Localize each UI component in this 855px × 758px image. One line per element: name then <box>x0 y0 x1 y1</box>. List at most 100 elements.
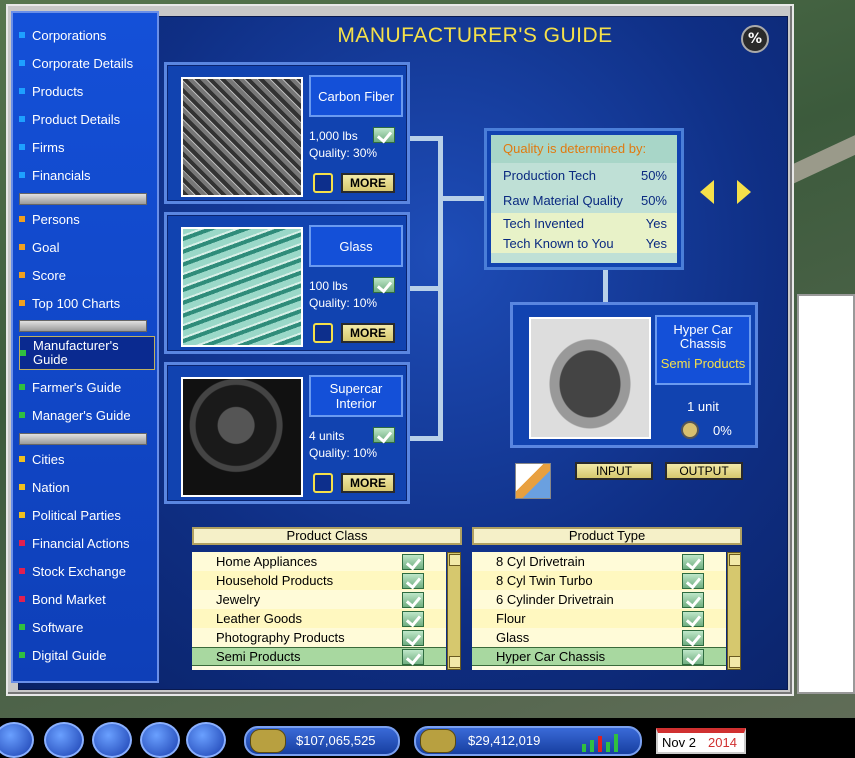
sidebar-item-top-100-charts[interactable]: Top 100 Charts <box>19 292 155 314</box>
bullet-icon <box>19 624 25 630</box>
quality-row: Raw Material Quality 50% <box>491 188 677 213</box>
output-button[interactable]: OUTPUT <box>665 462 743 480</box>
bullet-icon <box>19 300 25 306</box>
input-quality: Quality: 30% <box>309 146 378 160</box>
sidebar-item-bond-market[interactable]: Bond Market <box>19 588 155 610</box>
list-item[interactable]: Photography Products <box>192 628 446 647</box>
sidebar-item-manufacturers-guide[interactable]: Manufacturer's Guide <box>19 336 155 370</box>
check-icon <box>682 648 704 665</box>
bullet-icon <box>19 652 25 658</box>
product-type-scrollbar[interactable] <box>727 552 741 670</box>
sidebar-divider <box>19 433 147 445</box>
globe-icon[interactable] <box>92 722 132 758</box>
input-quality: Quality: 10% <box>309 446 378 460</box>
quality-row-label: Tech Invented <box>503 215 584 231</box>
date-display[interactable]: Nov 2 2014 <box>656 728 746 754</box>
list-item[interactable]: Glass <box>472 628 726 647</box>
product-type-list: 8 Cyl Drivetrain 8 Cyl Twin Turbo 6 Cyli… <box>472 552 726 670</box>
map-icon[interactable] <box>44 722 84 758</box>
connector-line <box>603 270 608 304</box>
check-icon <box>682 629 704 646</box>
bullet-icon <box>19 88 25 94</box>
sidebar-item-corporations[interactable]: Corporations <box>19 24 155 46</box>
previous-arrow-icon[interactable] <box>700 180 714 204</box>
sidebar-item-firms[interactable]: Firms <box>19 136 155 158</box>
sidebar-item-cities[interactable]: Cities <box>19 448 155 470</box>
quality-row: Tech Invented Yes <box>491 213 677 233</box>
list-item[interactable]: Flour <box>472 609 726 628</box>
quality-row-label: Raw Material Quality <box>503 193 623 208</box>
date-month-day: Nov 2 <box>662 735 696 750</box>
dial-icon <box>681 421 699 439</box>
sidebar-item-stock-exchange[interactable]: Stock Exchange <box>19 560 155 582</box>
sidebar-item-persons[interactable]: Persons <box>19 208 155 230</box>
triangle-icon[interactable] <box>186 722 226 758</box>
bullet-icon <box>19 116 25 122</box>
more-button[interactable]: MORE <box>341 173 395 193</box>
bullet-icon <box>20 350 26 356</box>
quality-row-value: Yes <box>645 215 667 231</box>
sidebar-item-score[interactable]: Score <box>19 264 155 286</box>
quality-panel-body: Quality is determined by: Production Tec… <box>491 135 677 263</box>
side-panel <box>797 294 855 694</box>
input-checkbox[interactable] <box>313 473 333 493</box>
percent-icon[interactable]: % <box>741 25 769 53</box>
input-checkbox[interactable] <box>313 323 333 343</box>
list-item[interactable]: 8 Cyl Twin Turbo <box>472 571 726 590</box>
next-arrow-icon[interactable] <box>737 180 751 204</box>
sidebar-item-software[interactable]: Software <box>19 616 155 638</box>
output-name: Hyper Car Chassis <box>673 322 733 351</box>
sidebar-item-nation[interactable]: Nation <box>19 476 155 498</box>
check-icon <box>402 591 424 608</box>
input-amount: 4 units <box>309 429 345 443</box>
input-name: Glass <box>309 225 403 267</box>
check-icon <box>402 572 424 589</box>
list-item-selected[interactable]: Hyper Car Chassis <box>472 647 726 666</box>
check-icon <box>682 591 704 608</box>
profit-icon <box>420 729 456 753</box>
input-name: Carbon Fiber <box>309 75 403 117</box>
product-class-scrollbar[interactable] <box>447 552 461 670</box>
sidebar-item-financial-actions[interactable]: Financial Actions <box>19 532 155 554</box>
check-icon <box>402 610 424 627</box>
info-icon[interactable] <box>140 722 180 758</box>
cash-display[interactable]: $107,065,525 <box>244 726 400 756</box>
sidebar-item-products[interactable]: Products <box>19 80 155 102</box>
list-item[interactable]: 6 Cylinder Drivetrain <box>472 590 726 609</box>
list-item[interactable]: 8 Cyl Drivetrain <box>472 552 726 571</box>
bullet-icon <box>19 172 25 178</box>
list-item[interactable]: Jewelry <box>192 590 446 609</box>
sidebar-item-managers-guide[interactable]: Manager's Guide <box>19 404 155 426</box>
list-item[interactable]: Leather Goods <box>192 609 446 628</box>
list-item[interactable]: Home Appliances <box>192 552 446 571</box>
quality-panel: Quality is determined by: Production Tec… <box>484 128 684 270</box>
check-icon <box>373 427 395 443</box>
bullet-icon <box>19 456 25 462</box>
input-quality: Quality: 10% <box>309 296 378 310</box>
check-icon <box>373 127 395 143</box>
input-button[interactable]: INPUT <box>575 462 653 480</box>
sidebar-item-product-details[interactable]: Product Details <box>19 108 155 130</box>
input-panel-glass: Glass 100 lbs Quality: 10% MORE <box>164 212 410 354</box>
input-checkbox[interactable] <box>313 173 333 193</box>
list-item[interactable]: Household Products <box>192 571 446 590</box>
sidebar-item-digital-guide[interactable]: Digital Guide <box>19 644 155 666</box>
more-button[interactable]: MORE <box>341 323 395 343</box>
sidebar-divider <box>19 320 147 332</box>
connector-line <box>438 196 486 201</box>
bullet-icon <box>19 512 25 518</box>
bullet-icon <box>19 244 25 250</box>
input-amount: 1,000 lbs <box>309 129 358 143</box>
quality-row: Production Tech 50% <box>491 163 677 188</box>
page-title: MANUFACTURER'S GUIDE <box>337 24 613 47</box>
pencil-icon[interactable] <box>515 463 551 499</box>
list-item-selected[interactable]: Semi Products <box>192 647 446 666</box>
sidebar-item-farmers-guide[interactable]: Farmer's Guide <box>19 376 155 398</box>
sidebar-item-financials[interactable]: Financials <box>19 164 155 186</box>
sidebar-item-goal[interactable]: Goal <box>19 236 155 258</box>
cash-value: $107,065,525 <box>296 733 376 748</box>
more-button[interactable]: MORE <box>341 473 395 493</box>
connector-line <box>410 436 440 441</box>
sidebar-item-corporate-details[interactable]: Corporate Details <box>19 52 155 74</box>
sidebar-item-political-parties[interactable]: Political Parties <box>19 504 155 526</box>
